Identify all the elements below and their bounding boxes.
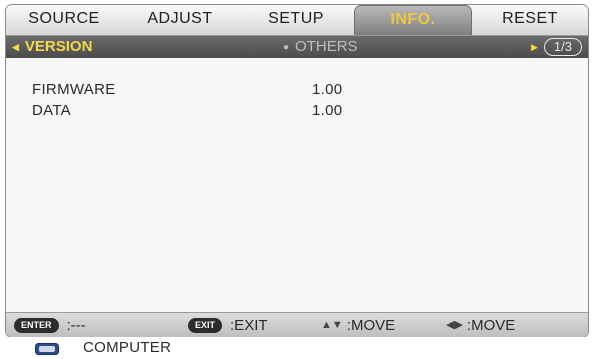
info-value: 1.00 [312, 102, 343, 119]
enter-key-icon: ENTER [14, 318, 59, 333]
page-indicator[interactable]: ▶ 1/3 [531, 38, 582, 56]
help-move-leftright-text: :MOVE [466, 317, 516, 334]
submenu-version[interactable]: ◀ VERSION [12, 36, 92, 58]
info-content: FIRMWARE 1.00 DATA 1.00 [6, 58, 588, 313]
menu-window: SOURCE ADJUST SETUP INFO. RESET ◀ VERSION… [5, 4, 589, 338]
tab-info[interactable]: INFO. [354, 5, 472, 35]
help-exit-text: :EXIT [230, 317, 268, 334]
help-move-updown-text: :MOVE [346, 317, 396, 334]
tab-source[interactable]: SOURCE [6, 5, 122, 35]
help-enter-text: :--- [66, 317, 86, 334]
right-arrow-icon: ▶ [531, 41, 538, 52]
submenu-version-label: VERSION [24, 38, 93, 55]
help-move-updown: ▲▼ :MOVE [321, 313, 396, 337]
source-label: COMPUTER [83, 339, 172, 356]
source-bar: COMPUTER [5, 337, 587, 359]
projector-osd: SOURCE ADJUST SETUP INFO. RESET ◀ VERSION… [0, 0, 592, 359]
submenu-others[interactable]: ● OTHERS [283, 36, 358, 59]
page-number: 1/3 [543, 38, 582, 56]
bullet-icon: ● [283, 42, 290, 53]
tab-reset[interactable]: RESET [472, 5, 588, 35]
tab-setup[interactable]: SETUP [238, 5, 354, 35]
help-enter: ENTER :--- [14, 313, 86, 337]
left-arrow-icon: ◀ [12, 42, 19, 52]
menu-tabs: SOURCE ADJUST SETUP INFO. RESET [6, 5, 588, 36]
help-exit: EXIT :EXIT [188, 313, 268, 337]
submenu-bar: ◀ VERSION ● OTHERS ▶ 1/3 [6, 36, 588, 58]
submenu-others-label: OTHERS [295, 38, 358, 55]
exit-key-icon: EXIT [188, 318, 223, 333]
left-right-arrows-icon: ◀▶ [446, 319, 463, 331]
info-label: FIRMWARE [32, 81, 116, 98]
info-label: DATA [32, 102, 71, 119]
help-move-leftright: ◀▶ :MOVE [446, 313, 516, 337]
help-bar: ENTER :--- EXIT :EXIT ▲▼ :MOVE ◀▶ :MOVE [6, 312, 588, 337]
info-value: 1.00 [312, 81, 343, 98]
up-down-arrows-icon: ▲▼ [321, 319, 343, 331]
computer-input-icon [35, 343, 59, 355]
tab-adjust[interactable]: ADJUST [122, 5, 238, 35]
